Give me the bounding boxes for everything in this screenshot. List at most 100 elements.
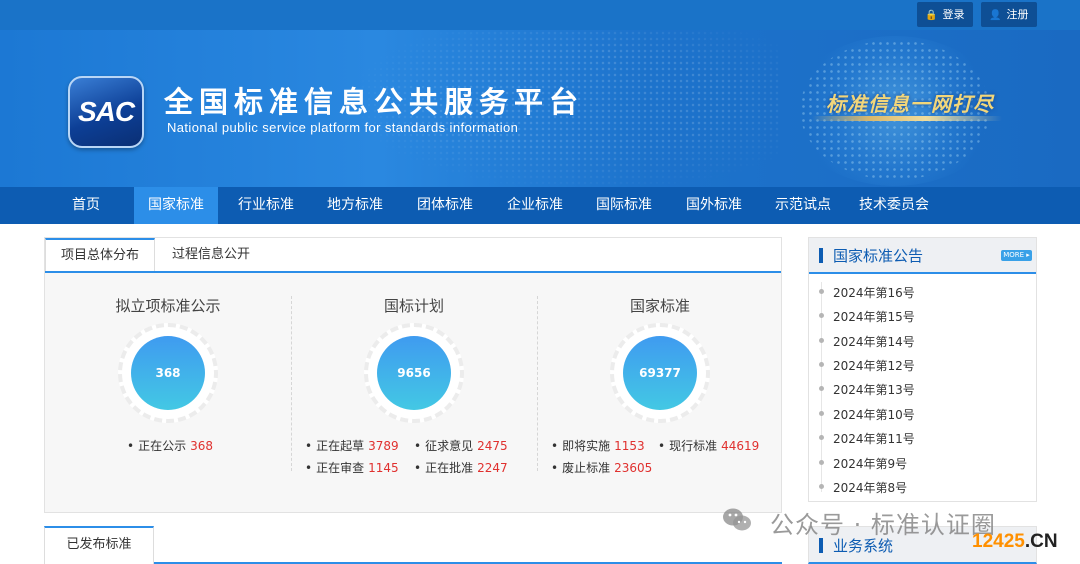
stat-item[interactable]: • 正在批准 2247 xyxy=(414,459,508,476)
bullet-icon xyxy=(819,484,824,489)
stat-item[interactable]: • 正在审查 1145 xyxy=(305,459,399,476)
stat-item[interactable]: • 正在起草 3789 xyxy=(305,437,399,454)
column-title: 国标计划 xyxy=(383,297,444,315)
stat-item[interactable]: • 废止标准 23605 xyxy=(551,459,652,476)
stat-item[interactable]: • 即将实施 1153 xyxy=(551,437,645,454)
stat-value: 2475 xyxy=(477,439,508,453)
more-button[interactable]: MORE ▸ xyxy=(1001,250,1032,261)
nav-item-international[interactable]: 国际标准 xyxy=(582,187,666,224)
slogan: 标准信息一网打尽 xyxy=(826,92,994,116)
announcement-title: 国家标准公告 xyxy=(833,247,924,265)
announcement-item[interactable]: 2024年第13号 xyxy=(809,377,1036,401)
site-subtitle: National public service platform for sta… xyxy=(167,120,519,135)
watermark-text: 公众号 · 标准认证圈 xyxy=(770,511,996,539)
logo-text: SAC xyxy=(77,96,135,127)
stat-value: 3789 xyxy=(368,439,399,453)
nav-item-pilot[interactable]: 示范试点 xyxy=(761,187,845,224)
overview-panel: 项目总体分布 过程信息公开 拟立项标准公示 368 • 正在公示 368 国标计划 … xyxy=(44,237,782,513)
main-nav: 首页 国家标准 行业标准 地方标准 团体标准 企业标准 国际标准 国外标准 示范… xyxy=(0,187,1080,224)
announcement-item[interactable]: 2024年第14号 xyxy=(809,329,1036,353)
site-watermark-number: 12425 xyxy=(972,531,1025,552)
stat-label: 正在起草 xyxy=(316,439,365,453)
stat-value: 1153 xyxy=(614,439,645,453)
announcement-label: 2024年第8号 xyxy=(833,481,908,495)
bullet-icon xyxy=(819,338,824,343)
announcement-item[interactable]: 2024年第10号 xyxy=(809,402,1036,426)
bullet-icon xyxy=(819,362,824,367)
stat-item[interactable]: • 正在公示 368 xyxy=(127,437,213,454)
column-title: 拟立项标准公示 xyxy=(115,297,221,315)
column-national: 国家标准 69377 • 即将实施 1153 • 现行标准 44619 • 废止标准 236… xyxy=(537,271,783,511)
sac-logo[interactable]: SAC xyxy=(68,76,144,148)
total-circle[interactable]: 368 xyxy=(131,336,205,410)
announcement-item[interactable]: 2024年第9号 xyxy=(809,451,1036,475)
bullet-icon xyxy=(819,289,824,294)
lock-icon: 🔒 xyxy=(925,10,938,21)
column-proposed: 拟立项标准公示 368 • 正在公示 368 xyxy=(45,271,291,511)
nav-item-home[interactable]: 首页 xyxy=(55,187,117,224)
stat-value: 1145 xyxy=(368,461,399,475)
stat-value: 2247 xyxy=(477,461,508,475)
announcement-panel: 国家标准公告 MORE ▸ 2024年第16号 2024年第15号 2024年第… xyxy=(808,237,1037,502)
login-label: 登录 xyxy=(942,8,965,21)
nav-item-group[interactable]: 团体标准 xyxy=(403,187,487,224)
announcement-label: 2024年第12号 xyxy=(833,359,915,373)
announcement-label: 2024年第13号 xyxy=(833,383,915,397)
announcement-label: 2024年第15号 xyxy=(833,310,915,324)
stat-value: 44619 xyxy=(721,439,760,453)
stat-item[interactable]: • 征求意见 2475 xyxy=(414,437,508,454)
site-title: 全国标准信息公共服务平台 xyxy=(164,85,585,119)
tab-overview[interactable]: 项目总体分布 xyxy=(45,238,155,271)
stat-label: 正在审查 xyxy=(316,461,365,475)
stat-label: 现行标准 xyxy=(669,439,718,453)
wechat-icon xyxy=(723,508,751,531)
announcement-item[interactable]: 2024年第15号 xyxy=(809,304,1036,328)
stat-label: 征求意见 xyxy=(425,439,474,453)
nav-item-national[interactable]: 国家标准 xyxy=(134,187,218,224)
stat-label: 废止标准 xyxy=(562,461,611,475)
bullet-icon xyxy=(819,411,824,416)
announcement-label: 2024年第10号 xyxy=(833,408,915,422)
published-panel: 已发布标准 xyxy=(44,526,782,564)
total-circle[interactable]: 69377 xyxy=(623,336,697,410)
column-title: 国家标准 xyxy=(629,297,690,315)
user-icon: 👤 xyxy=(989,10,1002,21)
stat-label: 即将实施 xyxy=(562,439,611,453)
stat-value: 368 xyxy=(190,439,213,453)
nav-item-industry[interactable]: 行业标准 xyxy=(224,187,308,224)
stat-item[interactable]: • 现行标准 44619 xyxy=(658,437,759,454)
announcement-item[interactable]: 2024年第8号 xyxy=(809,475,1036,499)
announcement-item[interactable]: 2024年第11号 xyxy=(809,426,1036,450)
login-button[interactable]: 🔒 登录 xyxy=(917,2,974,27)
nav-item-committee[interactable]: 技术委员会 xyxy=(850,187,938,224)
tab-process-info[interactable]: 过程信息公开 xyxy=(159,238,263,271)
announcement-header: 国家标准公告 MORE ▸ xyxy=(809,238,1036,274)
header-accent-bar xyxy=(819,538,823,553)
top-bar: 🔒 登录 👤 注册 xyxy=(0,0,1080,30)
site-banner: SAC 全国标准信息公共服务平台 National public service… xyxy=(0,30,1080,187)
nav-item-local[interactable]: 地方标准 xyxy=(313,187,397,224)
bullet-icon xyxy=(819,386,824,391)
announcement-label: 2024年第9号 xyxy=(833,457,908,471)
announcement-label: 2024年第11号 xyxy=(833,432,915,446)
announcement-item[interactable]: 2024年第12号 xyxy=(809,353,1036,377)
register-button[interactable]: 👤 注册 xyxy=(981,2,1038,27)
announcement-label: 2024年第14号 xyxy=(833,335,915,349)
nav-item-enterprise[interactable]: 企业标准 xyxy=(493,187,577,224)
overview-tabs: 项目总体分布 过程信息公开 xyxy=(45,238,781,273)
total-circle[interactable]: 9656 xyxy=(377,336,451,410)
bullet-icon xyxy=(819,435,824,440)
column-plan: 国标计划 9656 • 正在起草 3789 • 征求意见 2475 • 正在审查 1145 … xyxy=(291,271,537,511)
announcement-item[interactable]: 2024年第16号 xyxy=(809,280,1036,304)
stat-value: 23605 xyxy=(614,461,653,475)
nav-item-foreign[interactable]: 国外标准 xyxy=(672,187,756,224)
site-watermark: 12425.CN xyxy=(972,531,1058,553)
register-label: 注册 xyxy=(1006,8,1029,21)
bullet-icon xyxy=(819,313,824,318)
slogan-underline xyxy=(812,116,1002,121)
announcement-label: 2024年第16号 xyxy=(833,286,915,300)
tab-published[interactable]: 已发布标准 xyxy=(44,526,154,564)
header-accent-bar xyxy=(819,248,823,263)
stat-label: 正在公示 xyxy=(138,439,187,453)
site-watermark-domain: .CN xyxy=(1024,531,1058,552)
